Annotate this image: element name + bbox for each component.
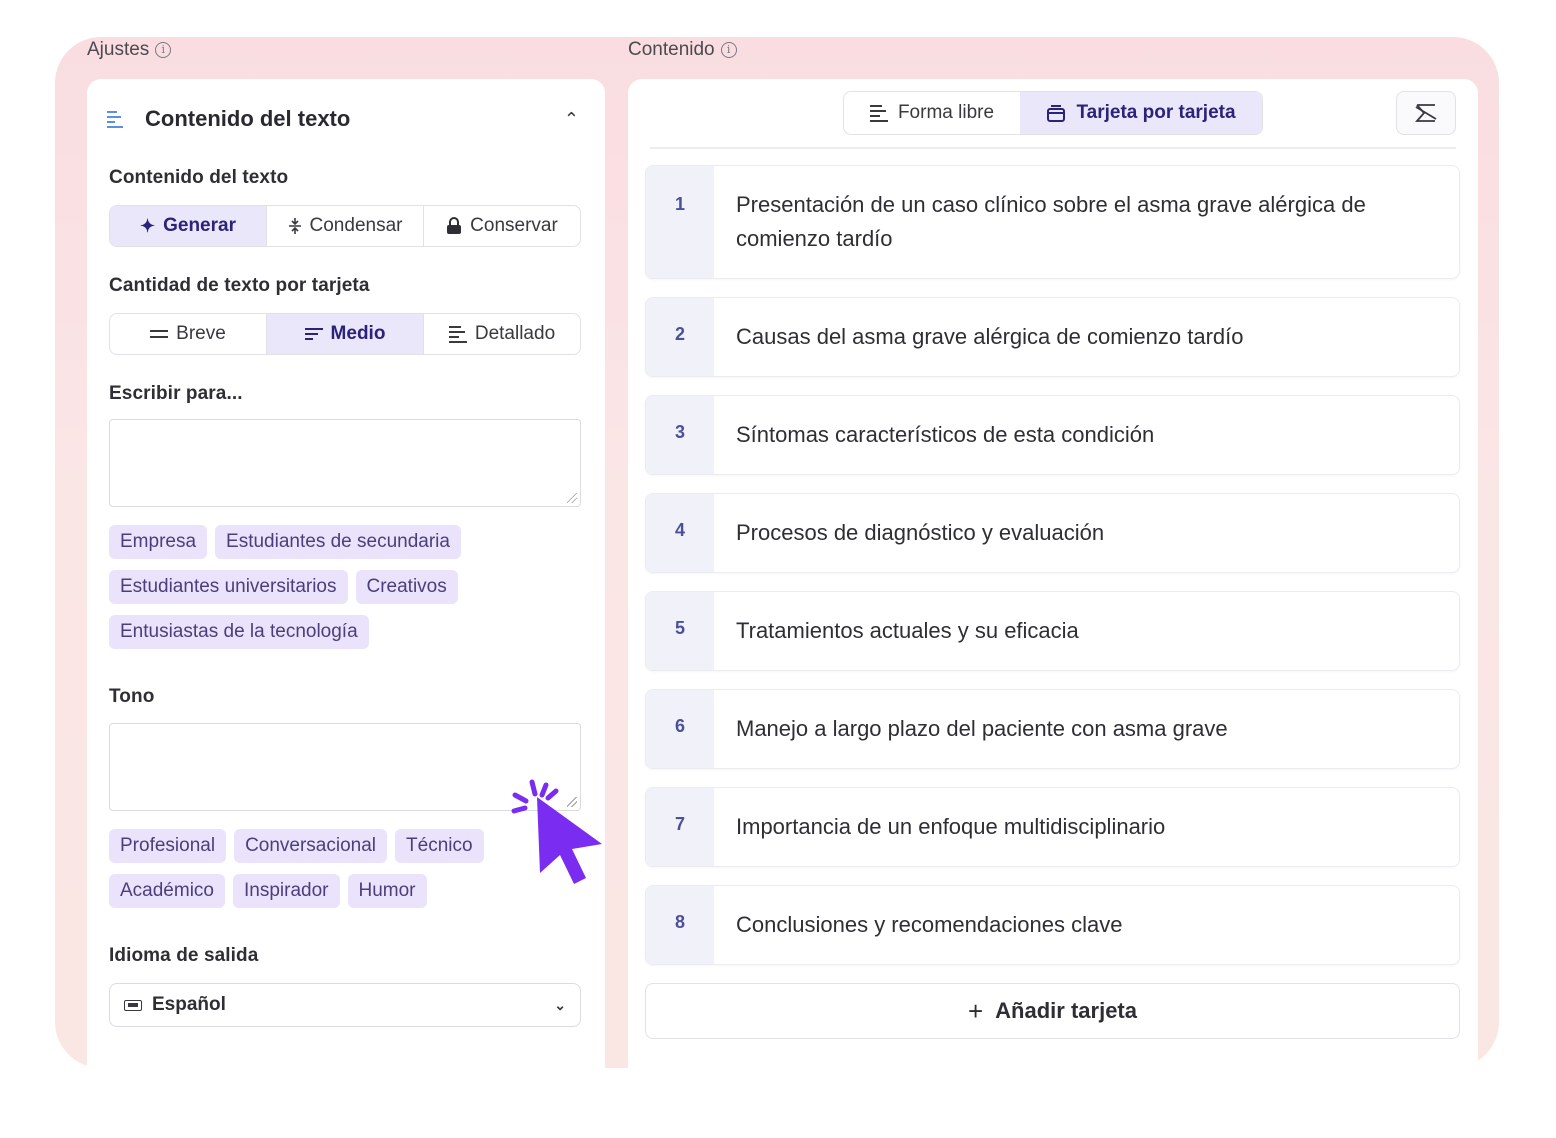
condense-label: Condensar	[309, 215, 403, 236]
audience-chips: Empresa Estudiantes de secundaria Estudia…	[109, 525, 589, 660]
detailed-lines-icon	[448, 326, 467, 343]
card-number: 1	[646, 166, 714, 278]
tone-chip[interactable]: Inspirador	[233, 874, 340, 908]
audience-chip[interactable]: Estudiantes de secundaria	[215, 525, 461, 559]
app-frame: Ajustes i Contenido del texto ⌃ Contenid…	[55, 37, 1499, 1068]
preserve-option[interactable]: Conservar	[423, 206, 580, 246]
divider	[650, 147, 1456, 149]
collapse-chevron-icon[interactable]: ⌃	[564, 109, 579, 130]
card-text[interactable]: Conclusiones y recomendaciones clave	[714, 886, 1459, 964]
tone-label: Tono	[109, 686, 155, 707]
generate-option[interactable]: ✦ Generar	[110, 206, 266, 246]
audience-chip[interactable]: Creativos	[355, 570, 458, 604]
outline-card[interactable]: 8 Conclusiones y recomendaciones clave	[645, 885, 1460, 965]
lock-icon	[447, 217, 462, 234]
card-number: 2	[646, 298, 714, 376]
content-mode-segmented: ✦ Generar Condensar Conservar	[109, 205, 581, 247]
info-icon[interactable]: i	[155, 42, 172, 58]
settings-label-text: Ajustes	[87, 39, 150, 60]
condense-option[interactable]: Condensar	[266, 206, 423, 246]
card-by-card-mode-label: Tarjeta por tarjeta	[1076, 102, 1236, 123]
medium-option[interactable]: Medio	[266, 314, 423, 354]
card-text[interactable]: Tratamientos actuales y su eficacia	[714, 592, 1459, 670]
add-card-label: Añadir tarjeta	[995, 998, 1137, 1023]
plus-icon: +	[967, 995, 984, 1026]
outline-card[interactable]: 7 Importancia de un enfoque multidiscipl…	[645, 787, 1460, 867]
audience-chip[interactable]: Estudiantes universitarios	[109, 570, 348, 604]
card-number: 5	[646, 592, 714, 670]
tone-chip[interactable]: Técnico	[395, 829, 484, 863]
card-text[interactable]: Síntomas característicos de esta condici…	[714, 396, 1459, 474]
tone-chip[interactable]: Conversacional	[234, 829, 388, 863]
card-text[interactable]: Presentación de un caso clínico sobre el…	[714, 166, 1459, 278]
cards-stack-icon	[1047, 105, 1066, 122]
amount-label: Cantidad de texto por tarjeta	[109, 275, 370, 296]
audience-chip[interactable]: Empresa	[109, 525, 208, 559]
content-mode-label: Contenido del texto	[109, 167, 289, 188]
clear-format-icon	[1415, 104, 1437, 122]
text-lines-icon	[107, 111, 123, 128]
panel-title: Contenido del texto	[145, 106, 351, 131]
brief-lines-icon	[150, 330, 169, 338]
resize-grip-icon[interactable]	[567, 493, 577, 503]
audience-label: Escribir para...	[109, 383, 243, 404]
outline-card[interactable]: 2 Causas del asma grave alérgica de comi…	[645, 297, 1460, 377]
medium-lines-icon	[304, 328, 323, 340]
content-label-text: Contenido	[628, 39, 715, 60]
mode-switch: Forma libre Tarjeta por tarjeta	[843, 91, 1263, 135]
content-panel: Forma libre Tarjeta por tarjeta 1 Presen…	[628, 79, 1478, 1068]
tone-chip[interactable]: Humor	[347, 874, 427, 908]
language-flag-icon	[124, 999, 142, 1011]
info-icon[interactable]: i	[720, 42, 737, 58]
pointer-cursor-icon	[511, 779, 602, 884]
settings-section-label: Ajustes i	[87, 39, 172, 61]
panel-header[interactable]: Contenido del texto ⌃	[107, 101, 585, 137]
card-text[interactable]: Causas del asma grave alérgica de comien…	[714, 298, 1459, 376]
freeform-lines-icon	[869, 105, 888, 122]
chevron-down-icon: ⌄	[554, 996, 566, 1013]
outline-card[interactable]: 4 Procesos de diagnóstico y evaluación	[645, 493, 1460, 573]
card-by-card-mode-tab[interactable]: Tarjeta por tarjeta	[1020, 92, 1262, 134]
language-select[interactable]: Español ⌄	[109, 983, 581, 1027]
freeform-mode-tab[interactable]: Forma libre	[844, 92, 1020, 134]
generate-label: Generar	[163, 215, 236, 236]
audience-textarea[interactable]	[109, 419, 581, 507]
amount-segmented: Breve Medio Detallado	[109, 313, 581, 355]
brief-option[interactable]: Breve	[110, 314, 266, 354]
outline-card[interactable]: 5 Tratamientos actuales y su eficacia	[645, 591, 1460, 671]
content-section-label: Contenido i	[628, 39, 737, 61]
card-number: 4	[646, 494, 714, 572]
audience-chip[interactable]: Entusiastas de la tecnología	[109, 615, 369, 649]
card-number: 8	[646, 886, 714, 964]
preserve-label: Conservar	[470, 215, 558, 236]
outline-card[interactable]: 1 Presentación de un caso clínico sobre …	[645, 165, 1460, 279]
outline-card[interactable]: 6 Manejo a largo plazo del paciente con …	[645, 689, 1460, 769]
tone-chip[interactable]: Profesional	[109, 829, 227, 863]
card-number: 6	[646, 690, 714, 768]
brief-label: Breve	[176, 323, 226, 344]
detailed-label: Detallado	[474, 323, 556, 344]
condense-icon	[288, 218, 301, 234]
language-value: Español	[152, 994, 226, 1015]
tone-chip[interactable]: Académico	[109, 874, 225, 908]
language-label: Idioma de salida	[109, 945, 259, 966]
card-number: 3	[646, 396, 714, 474]
settings-panel: Contenido del texto ⌃ Contenido del text…	[87, 79, 605, 1068]
card-text[interactable]: Procesos de diagnóstico y evaluación	[714, 494, 1459, 572]
clear-format-button[interactable]	[1396, 91, 1456, 135]
sparkle-icon: ✦	[140, 215, 156, 236]
card-text[interactable]: Importancia de un enfoque multidisciplin…	[714, 788, 1459, 866]
card-text[interactable]: Manejo a largo plazo del paciente con as…	[714, 690, 1459, 768]
freeform-mode-label: Forma libre	[897, 102, 995, 123]
add-card-button[interactable]: + Añadir tarjeta	[645, 983, 1460, 1039]
outline-card[interactable]: 3 Síntomas característicos de esta condi…	[645, 395, 1460, 475]
detailed-option[interactable]: Detallado	[423, 314, 580, 354]
card-number: 7	[646, 788, 714, 866]
medium-label: Medio	[330, 323, 386, 344]
